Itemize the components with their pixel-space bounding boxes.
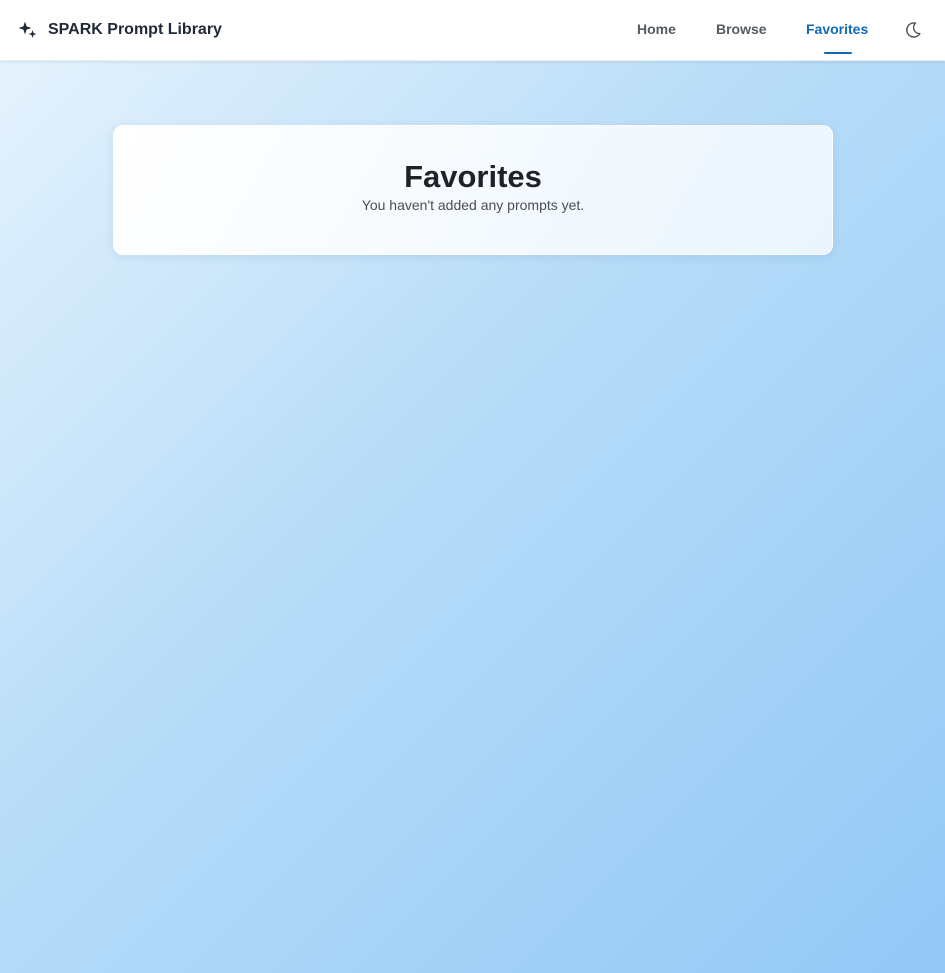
active-nav-indicator — [824, 52, 852, 54]
brand-home-link[interactable]: SPARK Prompt Library — [18, 19, 222, 41]
favorites-empty-card: Favorites You haven't added any prompts … — [113, 125, 833, 255]
empty-state-message: You haven't added any prompts yet. — [361, 197, 585, 213]
nav-link-browse[interactable]: Browse — [716, 21, 767, 37]
nav-link-home[interactable]: Home — [637, 21, 676, 37]
brand-name: SPARK Prompt Library — [48, 21, 222, 38]
nav-link-favorites[interactable]: Favorites — [806, 21, 868, 37]
theme-toggle-button[interactable] — [903, 20, 923, 40]
top-navigation-bar: SPARK Prompt Library Home Browse Favorit… — [0, 0, 945, 61]
page-title: Favorites — [404, 159, 542, 194]
sparkles-icon — [18, 20, 38, 40]
moon-icon — [906, 22, 921, 38]
